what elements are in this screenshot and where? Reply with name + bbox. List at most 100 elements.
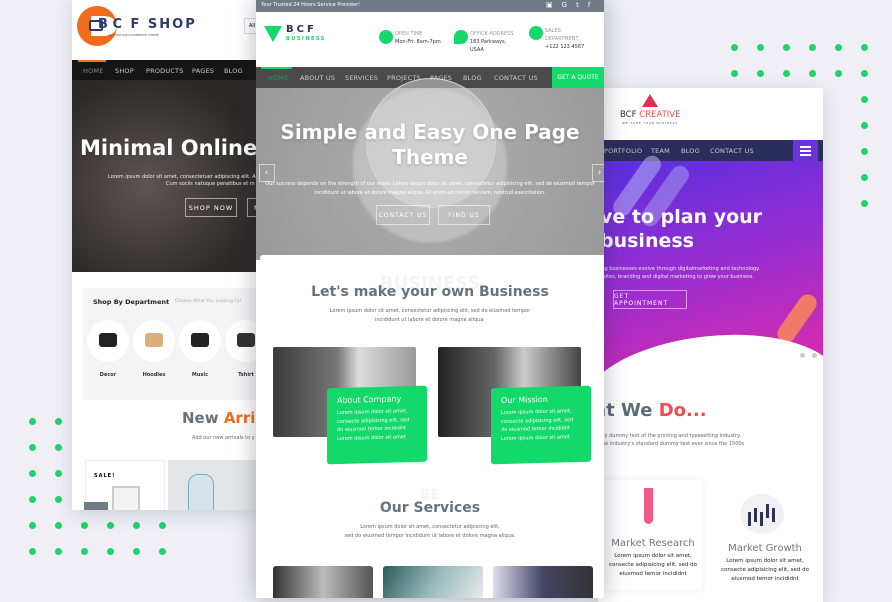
slider-prev-arrow-icon[interactable]: ‹ xyxy=(259,164,275,182)
department-label: Tshirt xyxy=(238,372,254,378)
service-photo[interactable] xyxy=(493,566,593,598)
decorative-dot xyxy=(55,470,62,477)
service-title: Market Growth xyxy=(728,543,802,554)
nav-shop[interactable]: SHOP xyxy=(115,67,134,75)
shop-logo-text: C F SHOP xyxy=(112,17,197,32)
service-text: eiusmod temor incididnt xyxy=(731,576,799,582)
shop-nav: HOME SHOP PRODUCTS PAGES BLOG xyxy=(72,60,258,80)
youtube-icon[interactable]: ▣ xyxy=(546,1,553,9)
nav-portfolio[interactable]: PORTFOLIO xyxy=(604,147,642,155)
cart-button[interactable] xyxy=(84,502,108,510)
business-theme-preview: Your Trusted 24 Hoors Service Provider! … xyxy=(256,0,604,598)
card-text: Lorem ipsum dolor sit amet xyxy=(337,433,406,442)
info-line: Mon-Fri: 8am-7pm xyxy=(395,39,441,45)
decorative-dot xyxy=(55,522,62,529)
hamburger-menu-icon[interactable] xyxy=(793,140,818,161)
about-company-card[interactable]: About Company Lorem ipsum dolor sit amet,… xyxy=(327,385,427,465)
creative-hero-text: bsites, branding and digital marketing t… xyxy=(600,274,754,280)
decorative-dot xyxy=(55,548,62,555)
arrivals-title-accent: Arriv xyxy=(223,409,258,427)
facebook-icon[interactable]: f xyxy=(588,1,590,9)
slider-dot[interactable] xyxy=(812,353,817,358)
decorative-dot xyxy=(783,70,790,77)
info-title: OFFICE ADDRESS xyxy=(470,31,514,37)
service-card[interactable]: Market Research Lorem ipsum dolor sit am… xyxy=(604,480,702,590)
product-card[interactable]: SALE! xyxy=(84,460,165,510)
slider-dot[interactable] xyxy=(800,353,805,358)
business-hero-title: Theme xyxy=(392,145,468,169)
section-text: Lorem ipsum dolor sit amet, consectetur … xyxy=(329,308,531,314)
nav-pages[interactable]: PAGES xyxy=(192,67,214,75)
phone-icon xyxy=(529,26,543,40)
decorative-dot xyxy=(159,522,166,529)
service-photo[interactable] xyxy=(383,566,483,598)
service-text: Lorem ipsum dolor sit amet, xyxy=(614,553,692,559)
department-item[interactable]: Music xyxy=(179,320,221,390)
slider-next-arrow-icon[interactable]: › xyxy=(592,164,604,182)
business-hero: Simple and Easy One Page Theme Our succes… xyxy=(256,78,604,260)
nav-products[interactable]: PRODUCTS xyxy=(146,67,184,75)
business-content: BUSINESS Let's make your own Business Lo… xyxy=(260,255,604,598)
nav-home[interactable]: HOME xyxy=(83,67,104,75)
department-item[interactable]: Hoodies xyxy=(133,320,175,390)
decorative-dot xyxy=(29,548,36,555)
card-title: About Company xyxy=(337,394,402,406)
decorative-dot xyxy=(809,70,816,77)
nav-home[interactable]: HOME xyxy=(268,74,289,82)
decorative-dot xyxy=(757,44,764,51)
shop-theme-preview: B C F SHOP CUSTOM WOOCOMMERCE THEME All … xyxy=(72,0,258,510)
services-title: Our Services xyxy=(379,500,481,516)
service-text: consecte adipisicing elit, sed do xyxy=(721,567,809,573)
business-hero-text: incididunt ut labore et dolore magna ali… xyxy=(314,190,546,196)
nav-contact[interactable]: CONTACT US xyxy=(710,147,754,155)
nav-blog[interactable]: BLOG xyxy=(463,74,482,82)
arrivals-text: Add our new arrivals to y xyxy=(192,435,255,441)
decorative-dot xyxy=(861,44,868,51)
contact-us-button[interactable]: CONTACT US xyxy=(376,205,430,225)
our-mission-card[interactable]: Our Mission Lorem ipsum dolor sit amet, co… xyxy=(491,385,591,465)
department-item[interactable]: Decor xyxy=(87,320,129,390)
creative-logo-b: CREATIVE xyxy=(639,110,681,120)
department-item[interactable]: Tshirt xyxy=(225,320,258,390)
service-photo[interactable] xyxy=(273,566,373,598)
decorative-dot xyxy=(783,44,790,51)
top-bar: Your Trusted 24 Hoors Service Provider! … xyxy=(256,0,604,12)
nav-services[interactable]: SERVICES xyxy=(345,74,378,82)
find-us-button[interactable]: FIND US xyxy=(438,205,490,225)
twitter-icon[interactable]: t xyxy=(576,1,579,9)
nav-about[interactable]: ABOUT US xyxy=(300,74,335,82)
image-placeholder-icon xyxy=(112,486,140,510)
service-card[interactable]: Market Growth Lorem ipsum dolor sit amet… xyxy=(712,486,818,596)
product-card-hoodie[interactable] xyxy=(168,460,258,510)
dept-title: Shop By Department xyxy=(93,298,170,306)
decorative-dot xyxy=(731,44,738,51)
nav-contact[interactable]: CONTACT US xyxy=(494,74,538,82)
nav-blog[interactable]: BLOG xyxy=(224,67,243,75)
shop-now-button[interactable]: SHOP NOW xyxy=(185,198,237,217)
card-text: Lorem ipsum dolor sit amet xyxy=(501,433,570,442)
creative-hero-title: business xyxy=(600,230,694,252)
info-line: +122 123 4567 xyxy=(545,44,585,50)
nav-team[interactable]: TEAM xyxy=(651,147,670,155)
decorative-dot xyxy=(861,96,868,103)
creative-logo-a: BCF xyxy=(620,110,637,120)
nav-blog[interactable]: BLOG xyxy=(681,147,700,155)
google-icon[interactable]: G xyxy=(562,1,567,9)
business-hero-text: Our success depends on the strength of o… xyxy=(265,181,595,187)
decorative-dot xyxy=(861,70,868,77)
services-text: sed do eiusmod tempor incididunt ut labo… xyxy=(344,533,516,539)
get-a-quote-button[interactable]: GET A QUOTE xyxy=(552,67,604,88)
decorative-dot xyxy=(159,548,166,555)
dept-subtitle: Choose What You Looking For xyxy=(175,299,242,304)
shop-hero-title: Minimal Online xyxy=(80,136,258,160)
creative-hero-text: ing businesses evolve through digitalmar… xyxy=(600,266,760,272)
bag-icon xyxy=(225,320,258,362)
get-appointment-button[interactable]: GET APPOINTMENT xyxy=(613,290,687,309)
section-text: incididunt ut labore et dolore magna ali… xyxy=(374,317,486,323)
decorative-dot xyxy=(731,70,738,77)
what-we-do-text: ply dummy text of the printing and types… xyxy=(600,433,741,439)
bar-chart-illustration-icon xyxy=(740,494,784,534)
info-title: OPEN TIME xyxy=(395,31,423,37)
decorative-dot xyxy=(29,418,36,425)
decorative-dot xyxy=(835,70,842,77)
